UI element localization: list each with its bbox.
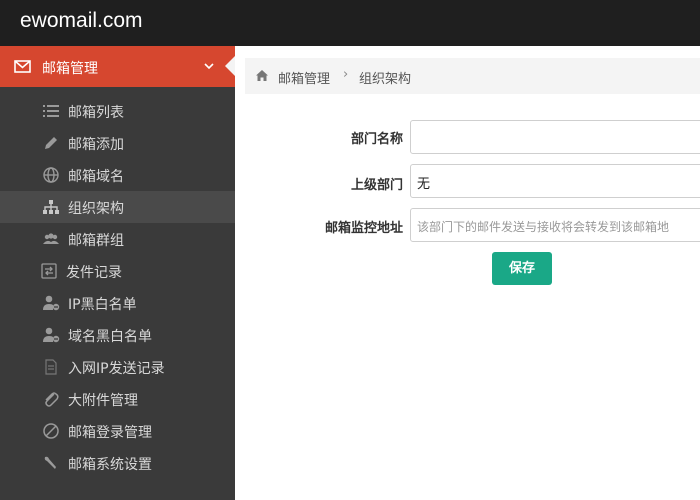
sidebar-item-ip-blacklist[interactable]: IP黑白名单 [0, 287, 235, 319]
record-icon [40, 262, 58, 280]
dept-name-label: 部门名称 [350, 132, 403, 147]
sidebar-item-label: 大附件管理 [68, 393, 138, 409]
pencil-icon [42, 134, 60, 152]
breadcrumb-parent[interactable]: 邮箱管理 [278, 68, 330, 87]
sidebar-item-system-settings[interactable]: 邮箱系统设置 [0, 447, 235, 479]
sidebar-item-send-records[interactable]: 发件记录 [0, 255, 235, 287]
sidebar: 邮箱管理 邮箱列表 邮箱添加 邮箱域名 组织架构 邮箱群组 发件记录 IP黑白名… [0, 46, 235, 500]
sidebar-item-label: 邮箱群组 [68, 233, 124, 249]
sidebar-item-label: 邮箱列表 [68, 105, 124, 121]
home-icon[interactable] [255, 69, 269, 82]
breadcrumb: 邮箱管理 › 组织架构 [245, 58, 700, 94]
monitor-address-label: 邮箱监控地址 [324, 221, 403, 236]
dept-name-input[interactable] [410, 120, 700, 154]
sidebar-item-label: 组织架构 [68, 201, 124, 217]
group-icon [42, 230, 60, 248]
sidebar-item-domain-blacklist[interactable]: 域名黑白名单 [0, 319, 235, 351]
paperclip-icon [42, 390, 60, 408]
sidebar-item-label: 邮箱登录管理 [68, 425, 152, 441]
sidebar-section-mailbox-management[interactable]: 邮箱管理 [0, 46, 235, 87]
user-block-icon [42, 326, 60, 344]
active-section-pointer [225, 56, 235, 76]
monitor-address-input[interactable]: 该部门下的邮件发送与接收将会转发到该邮箱地 [410, 208, 700, 242]
document-icon [42, 358, 60, 376]
breadcrumb-separator: › [343, 67, 349, 82]
wrench-icon [42, 454, 60, 472]
list-icon [42, 102, 60, 120]
brand-logo[interactable]: ewomail.com [20, 9, 143, 33]
sidebar-item-mailbox-domains[interactable]: 邮箱域名 [0, 159, 235, 191]
user-block-icon [42, 294, 60, 312]
chevron-down-icon [203, 60, 215, 72]
globe-icon [42, 166, 60, 184]
save-button[interactable]: 保存 [492, 252, 552, 285]
top-bar: ewomail.com [0, 0, 700, 46]
sidebar-item-label: 入网IP发送记录 [68, 361, 165, 377]
breadcrumb-current: 组织架构 [359, 72, 412, 87]
sidebar-item-label: IP黑白名单 [68, 297, 137, 313]
sitemap-icon [42, 198, 60, 216]
sidebar-item-mailbox-groups[interactable]: 邮箱群组 [0, 223, 235, 255]
sidebar-item-large-attachments[interactable]: 大附件管理 [0, 383, 235, 415]
sidebar-item-label: 邮箱域名 [68, 169, 124, 185]
sidebar-item-inbound-ip-records[interactable]: 入网IP发送记录 [0, 351, 235, 383]
sidebar-item-label: 邮箱系统设置 [68, 457, 152, 473]
sidebar-section-label: 邮箱管理 [42, 61, 98, 77]
sidebar-item-label: 发件记录 [66, 265, 122, 281]
sidebar-item-mailbox-list[interactable]: 邮箱列表 [0, 95, 235, 127]
sidebar-item-label: 域名黑白名单 [68, 329, 152, 345]
sidebar-item-label: 邮箱添加 [68, 137, 124, 153]
sidebar-item-org-structure[interactable]: 组织架构 [0, 191, 235, 223]
sidebar-item-login-management[interactable]: 邮箱登录管理 [0, 415, 235, 447]
mail-icon [14, 58, 31, 75]
parent-dept-select[interactable]: 无 [410, 164, 700, 198]
ban-icon [42, 422, 60, 440]
parent-dept-label: 上级部门 [350, 178, 403, 193]
sidebar-item-mailbox-add[interactable]: 邮箱添加 [0, 127, 235, 159]
